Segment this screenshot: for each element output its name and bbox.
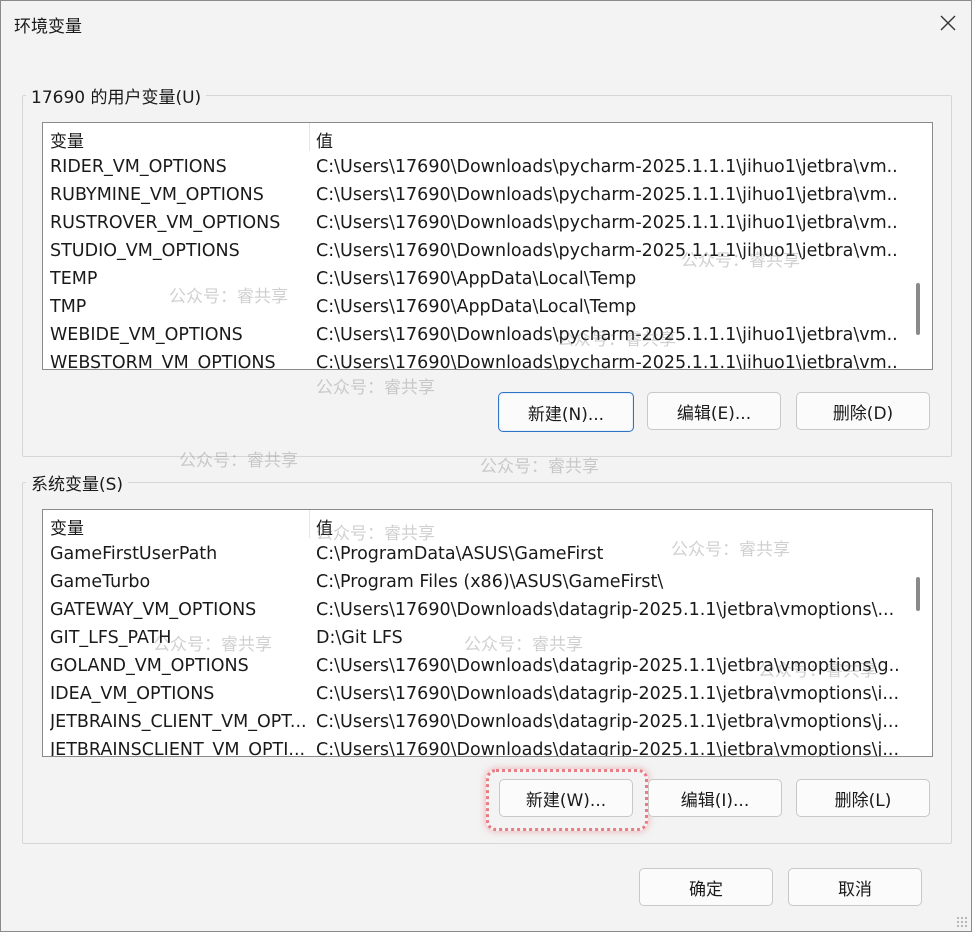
scrollbar-thumb[interactable]: [916, 283, 920, 335]
resize-grip[interactable]: [956, 916, 968, 928]
scrollbar-thumb[interactable]: [916, 577, 920, 611]
user-variables-legend: 17690 的用户变量(U): [26, 83, 207, 108]
variable-value: C:\Users\17690\Downloads\datagrip-2025.1…: [316, 740, 898, 757]
vertical-scrollbar[interactable]: [904, 510, 932, 756]
system-delete-button[interactable]: 删除(L): [796, 779, 930, 817]
watermark: 公众号：睿共享: [480, 457, 599, 477]
variable-name: JETBRAINS_CLIENT_VM_OPT...: [50, 712, 307, 732]
variable-name: WEBIDE_VM_OPTIONS: [50, 325, 243, 345]
variable-value: C:\Users\17690\Downloads\pycharm-2025.1.…: [316, 241, 898, 261]
watermark: 公众号：睿共享: [681, 251, 800, 271]
window-title: 环境变量: [14, 17, 82, 37]
variable-value: C:\Users\17690\Downloads\pycharm-2025.1.…: [316, 157, 898, 177]
column-divider[interactable]: [309, 123, 310, 151]
table-row[interactable]: RIDER_VM_OPTIONS C:\Users\17690\Downloads…: [43, 154, 904, 182]
variable-value: D:\Git LFS: [316, 628, 403, 648]
variable-name: RUSTROVER_VM_OPTIONS: [50, 213, 281, 233]
user-delete-button[interactable]: 删除(D): [796, 392, 930, 430]
watermark: 公众号：睿共享: [316, 378, 435, 398]
watermark: 公众号：睿共享: [316, 524, 435, 544]
variable-value: C:\Program Files (x86)\ASUS\GameFirst\: [316, 572, 664, 592]
watermark: 公众号：睿共享: [671, 540, 790, 560]
table-row[interactable]: GameTurbo C:\Program Files (x86)\ASUS\Gam…: [43, 569, 904, 597]
list-header: 变量 值: [43, 510, 904, 539]
variable-name: GOLAND_VM_OPTIONS: [50, 656, 249, 676]
variable-name: WEBSTORM_VM_OPTIONS: [50, 353, 276, 370]
variable-value: C:\Users\17690\AppData\Local\Temp: [316, 297, 637, 317]
list-header: 变量 值: [43, 123, 904, 152]
watermark: 公众号：睿共享: [153, 635, 272, 655]
ok-button[interactable]: 确定: [639, 868, 773, 906]
user-new-button[interactable]: 新建(N)...: [498, 392, 634, 432]
variable-value: C:\Users\17690\Downloads\pycharm-2025.1.…: [316, 213, 898, 233]
cancel-button[interactable]: 取消: [788, 868, 922, 906]
column-header-name[interactable]: 变量: [50, 514, 84, 539]
variable-name: STUDIO_VM_OPTIONS: [50, 241, 240, 261]
system-variables-legend: 系统变量(S): [26, 470, 129, 495]
table-row[interactable]: RUSTROVER_VM_OPTIONS C:\Users\17690\Downl…: [43, 210, 904, 238]
variable-value: C:\Users\17690\Downloads\datagrip-2025.1…: [316, 712, 898, 732]
variable-value: C:\Users\17690\Downloads\datagrip-2025.1…: [316, 684, 898, 704]
column-header-name[interactable]: 变量: [50, 127, 84, 152]
column-divider[interactable]: [309, 510, 310, 538]
column-header-value[interactable]: 值: [316, 127, 333, 152]
watermark: 公众号：睿共享: [169, 287, 288, 307]
title-bar[interactable]: 环境变量: [1, 1, 971, 45]
watermark: 公众号：睿共享: [557, 330, 676, 350]
variable-name: RUBYMINE_VM_OPTIONS: [50, 185, 264, 205]
variable-name: GameTurbo: [50, 572, 151, 592]
watermark: 公众号：睿共享: [464, 635, 583, 655]
variable-name: GameFirstUserPath: [50, 544, 218, 564]
variable-name: IDEA_VM_OPTIONS: [50, 684, 215, 704]
variable-value: C:\Users\17690\Downloads\datagrip-2025.1…: [316, 600, 895, 620]
variable-name: RIDER_VM_OPTIONS: [50, 157, 227, 177]
table-row[interactable]: JETBRAINSCLIENT_VM_OPTI... C:\Users\17690…: [43, 737, 904, 757]
variable-value: C:\Users\17690\Downloads\pycharm-2025.1.…: [316, 353, 898, 370]
table-row[interactable]: WEBIDE_VM_OPTIONS C:\Users\17690\Download…: [43, 322, 904, 350]
watermark: 公众号：睿共享: [758, 661, 877, 681]
vertical-scrollbar[interactable]: [904, 123, 932, 369]
variable-value: C:\ProgramData\ASUS\GameFirst: [316, 544, 604, 564]
table-row[interactable]: JETBRAINS_CLIENT_VM_OPT... C:\Users\17690…: [43, 709, 904, 737]
close-button[interactable]: [925, 1, 971, 45]
variable-value: C:\Users\17690\AppData\Local\Temp: [316, 269, 637, 289]
variable-value: C:\Users\17690\Downloads\pycharm-2025.1.…: [316, 185, 898, 205]
watermark: 公众号：睿共享: [179, 451, 298, 471]
variable-name: JETBRAINSCLIENT_VM_OPTI...: [50, 740, 306, 757]
close-icon: [940, 15, 956, 31]
table-row[interactable]: RUBYMINE_VM_OPTIONS C:\Users\17690\Downlo…: [43, 182, 904, 210]
user-edit-button[interactable]: 编辑(E)...: [647, 392, 781, 430]
table-row[interactable]: WEBSTORM_VM_OPTIONS C:\Users\17690\Downlo…: [43, 350, 904, 370]
table-row[interactable]: GATEWAY_VM_OPTIONS C:\Users\17690\Downloa…: [43, 597, 904, 625]
variable-name: GATEWAY_VM_OPTIONS: [50, 600, 257, 620]
system-edit-button[interactable]: 编辑(I)...: [648, 779, 782, 817]
system-new-button[interactable]: 新建(W)...: [499, 779, 633, 817]
environment-variables-dialog: 环境变量 17690 的用户变量(U) 变量 值 RIDER_VM_OPTION…: [0, 0, 972, 932]
table-row[interactable]: IDEA_VM_OPTIONS C:\Users\17690\Downloads\…: [43, 681, 904, 709]
